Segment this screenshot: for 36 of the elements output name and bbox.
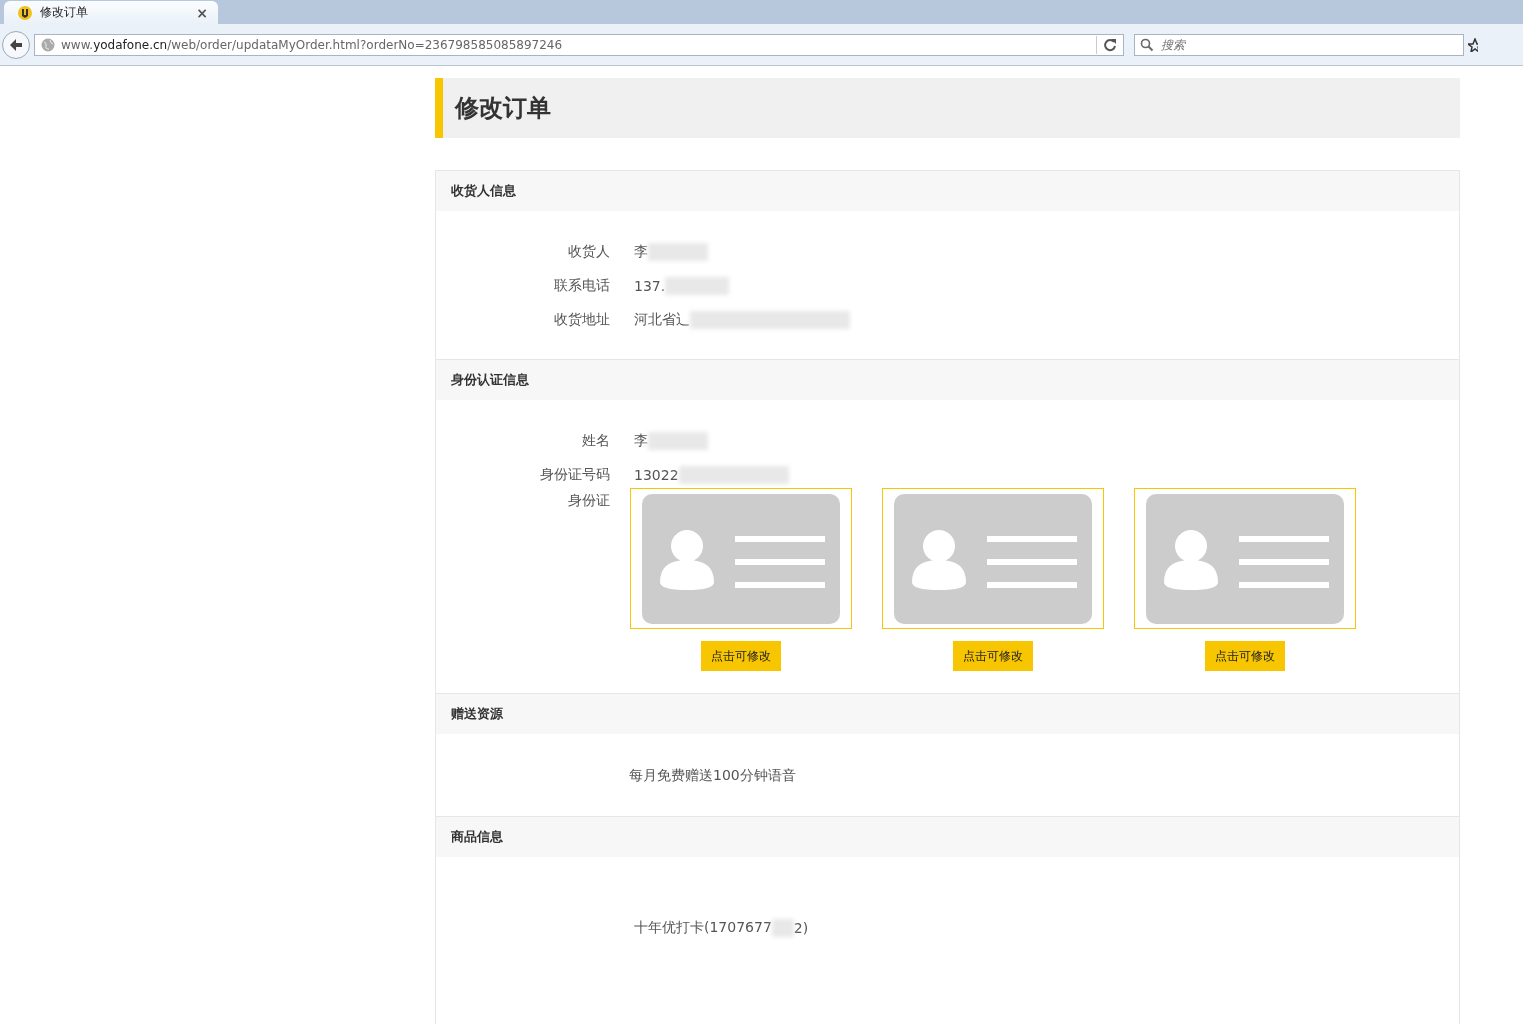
address-bar[interactable]: www.yodafone.cn/web/order/updataMyOrder.html?orderNo=236798585085897246	[34, 33, 1124, 56]
field-label: 身份证号码	[539, 466, 610, 484]
field-label: 联系电话	[553, 277, 610, 295]
section-title: 赠送资源	[451, 705, 503, 723]
field-label: 收货地址	[553, 311, 610, 329]
id-card-icon	[894, 493, 1092, 624]
section-title: 身份认证信息	[451, 371, 529, 389]
id-card-icon	[1146, 493, 1344, 624]
edit-button[interactable]: 点击可修改	[701, 641, 781, 671]
star-icon[interactable]	[1468, 37, 1478, 52]
section-title: 收货人信息	[451, 182, 516, 200]
page-title: 修改订单	[455, 93, 551, 124]
field-label: 身份证	[567, 492, 610, 510]
search-field[interactable]: 搜索	[1134, 33, 1464, 56]
tab-close-button[interactable]: ×	[196, 4, 208, 21]
field-value: 李	[634, 432, 648, 450]
search-icon	[1140, 37, 1154, 52]
field-value: 李	[634, 243, 648, 261]
edit-button[interactable]: 点击可修改	[1205, 641, 1285, 671]
tab-title: 修改订单	[40, 4, 89, 21]
browser-tab[interactable]: 修改订单 ×	[4, 1, 218, 24]
id-card-icon	[642, 493, 840, 624]
product-name-end: 2)	[793, 920, 809, 936]
field-label: 姓名	[581, 432, 610, 450]
field-value: 137.	[634, 278, 666, 294]
field-value: 河北省辶	[634, 311, 690, 329]
section-title: 商品信息	[451, 828, 503, 846]
url-text: www.yodafone.cn/web/order/updataMyOrder.html?orderNo=236798585085897246	[61, 37, 564, 52]
back-button[interactable]	[2, 30, 30, 59]
field-value: 13022	[634, 467, 679, 483]
globe-icon	[41, 37, 55, 52]
reload-icon[interactable]	[1103, 37, 1117, 52]
edit-button[interactable]: 点击可修改	[953, 641, 1033, 671]
field-label: 收货人	[567, 243, 610, 261]
product-name: 十年优打卡(1707677	[634, 919, 772, 937]
gift-text: 每月免费赠送100分钟语音	[629, 766, 797, 785]
